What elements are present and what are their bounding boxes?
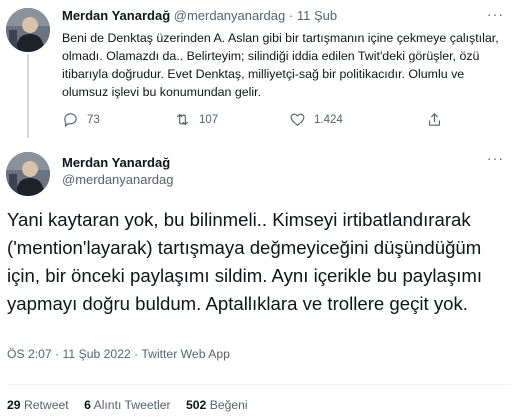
author-handle[interactable]: @merdanyanardag	[174, 8, 285, 23]
author-avatar[interactable]	[6, 152, 50, 196]
tweet-meta[interactable]: ÖS 2:07 · 11 Şub 2022 · Twitter Web App	[7, 347, 230, 361]
quotes-count: 6	[84, 398, 91, 412]
likes-label: Beğeni	[209, 398, 248, 412]
avatar-image	[6, 152, 50, 196]
retweets-stat[interactable]: 29 Retweet	[7, 398, 69, 412]
likes-count: 502	[185, 398, 207, 412]
retweet-button[interactable]: 107	[174, 111, 218, 128]
more-options-button[interactable]: ···	[487, 6, 504, 22]
retweets-count: 29	[7, 398, 21, 412]
tweet-actions: 73 107 1.424	[62, 111, 482, 133]
tweet-header: Merdan Yanardağ @merdanyanardag · 11 Şub	[62, 8, 337, 24]
quotes-stat[interactable]: 6 Alıntı Tweetler	[84, 398, 171, 412]
quotes-label: Alıntı Tweetler	[93, 398, 171, 412]
like-count: 1.424	[314, 113, 343, 126]
retweet-count: 107	[199, 113, 219, 126]
like-button[interactable]: 1.424	[289, 111, 343, 128]
tweet-text: Yani kaytaran yok, bu bilinmeli.. Kimsey…	[7, 209, 483, 314]
retweet-icon	[176, 113, 189, 126]
avatar-image	[6, 8, 50, 52]
reply-icon	[64, 113, 77, 127]
reply-button[interactable]: 73	[62, 111, 100, 128]
divider	[7, 384, 511, 385]
tweet-date[interactable]: 11 Şub	[297, 8, 337, 23]
reply-count: 73	[87, 113, 100, 126]
author-avatar[interactable]	[6, 8, 50, 52]
likes-stat[interactable]: 502 Beğeni	[186, 398, 248, 412]
more-options-button[interactable]: ···	[487, 150, 504, 166]
like-icon	[290, 113, 305, 126]
author-name[interactable]: Merdan Yanardağ	[62, 8, 170, 23]
header-separator: ·	[288, 8, 294, 23]
author-name[interactable]: Merdan Yanardağ	[62, 155, 170, 170]
author-handle[interactable]: @merdanyanardag	[62, 172, 173, 187]
thread-connector-line	[27, 54, 29, 138]
share-button[interactable]	[426, 111, 443, 128]
share-icon	[428, 113, 441, 126]
retweets-label: Retweet	[23, 398, 69, 412]
tweet-stats: 29 Retweet 6 Alıntı Tweetler 502 Beğeni	[7, 398, 260, 412]
tweet-text: Beni de Denktaş üzerinden A. Aslan gibi …	[62, 31, 499, 99]
